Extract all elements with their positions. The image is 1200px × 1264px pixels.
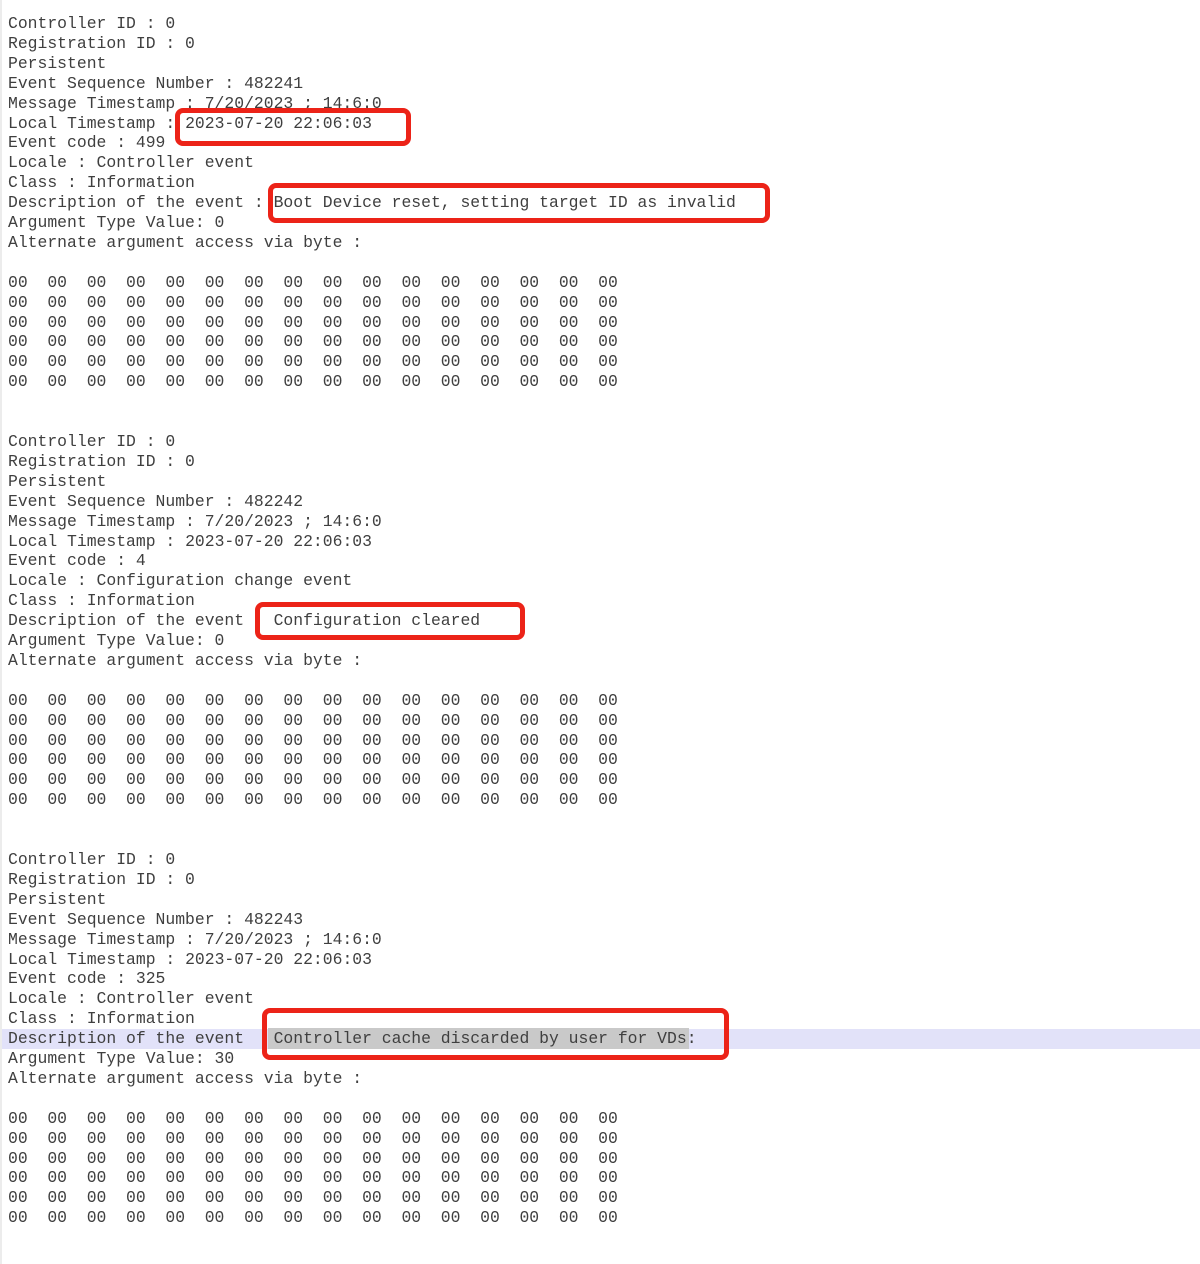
alternate-argument-line: Alternate argument access via byte : bbox=[8, 651, 1200, 671]
event-block: Controller ID : 0 Registration ID : 0 Pe… bbox=[8, 850, 1200, 1228]
controller-id-line: Controller ID : 0 bbox=[8, 850, 1200, 870]
description-annotation-box: Boot Device reset, setting target ID as … bbox=[274, 193, 736, 212]
event-sequence-line: Event Sequence Number : 482242 bbox=[8, 492, 1200, 512]
event-block: Controller ID : 0 Registration ID : 0 Pe… bbox=[8, 432, 1200, 850]
description-annotation-box: Configuration cleared bbox=[274, 611, 481, 630]
selected-text: Controller cache discarded by user for V… bbox=[268, 1028, 689, 1049]
alternate-argument-line: Alternate argument access via byte : bbox=[8, 233, 1200, 253]
event-code-line: Event code : 325 bbox=[8, 969, 1200, 989]
event-sequence-line: Event Sequence Number : 482241 bbox=[8, 74, 1200, 94]
event-log-output: Controller ID : 0 Registration ID : 0 Pe… bbox=[8, 14, 1200, 1228]
description-line-highlighted: Description of the event Controller cach… bbox=[0, 1029, 1200, 1049]
hex-row: 00 00 00 00 00 00 00 00 00 00 00 00 00 0… bbox=[8, 1109, 1200, 1129]
hex-row: 00 00 00 00 00 00 00 00 00 00 00 00 00 0… bbox=[8, 313, 1200, 333]
hex-row: 00 00 00 00 00 00 00 00 00 00 00 00 00 0… bbox=[8, 1168, 1200, 1188]
locale-line: Locale : Controller event bbox=[8, 989, 1200, 1009]
description-label: Description of the event bbox=[8, 1029, 274, 1048]
argument-type-line: Argument Type Value: 30 bbox=[8, 1049, 1200, 1069]
message-timestamp-line: Message Timestamp : 7/20/2023 ; 14:6:0 bbox=[8, 512, 1200, 532]
hex-row: 00 00 00 00 00 00 00 00 00 00 00 00 00 0… bbox=[8, 750, 1200, 770]
blank-line bbox=[8, 810, 1200, 830]
blank-line bbox=[8, 830, 1200, 850]
description-line: Description of the event : Boot Device r… bbox=[8, 193, 1200, 213]
local-timestamp-label: Local Timestamp : bbox=[8, 950, 185, 969]
blank-line bbox=[8, 253, 1200, 273]
persistent-line: Persistent bbox=[8, 54, 1200, 74]
event-sequence-line: Event Sequence Number : 482243 bbox=[8, 910, 1200, 930]
hex-row: 00 00 00 00 00 00 00 00 00 00 00 00 00 0… bbox=[8, 293, 1200, 313]
registration-id-line: Registration ID : 0 bbox=[8, 452, 1200, 472]
message-timestamp-line: Message Timestamp : 7/20/2023 ; 14:6:0 bbox=[8, 94, 1200, 114]
hex-row: 00 00 00 00 00 00 00 00 00 00 00 00 00 0… bbox=[8, 1188, 1200, 1208]
hex-row: 00 00 00 00 00 00 00 00 00 00 00 00 00 0… bbox=[8, 1208, 1200, 1228]
hex-row: 00 00 00 00 00 00 00 00 00 00 00 00 00 0… bbox=[8, 711, 1200, 731]
event-code-line: Event code : 499 bbox=[8, 133, 1200, 153]
hex-row: 00 00 00 00 00 00 00 00 00 00 00 00 00 0… bbox=[8, 1149, 1200, 1169]
controller-id-line: Controller ID : 0 bbox=[8, 432, 1200, 452]
blank-line bbox=[8, 1089, 1200, 1109]
local-timestamp-line: Local Timestamp : 2023-07-20 22:06:03 bbox=[8, 114, 1200, 134]
hex-row: 00 00 00 00 00 00 00 00 00 00 00 00 00 0… bbox=[8, 790, 1200, 810]
blank-line bbox=[8, 392, 1200, 412]
local-timestamp-annotation-box: 2023-07-20 22:06:03 bbox=[185, 114, 372, 133]
hex-row: 00 00 00 00 00 00 00 00 00 00 00 00 00 0… bbox=[8, 352, 1200, 372]
local-timestamp-value: 2023-07-20 22:06:03 bbox=[185, 532, 372, 551]
message-timestamp-line: Message Timestamp : 7/20/2023 ; 14:6:0 bbox=[8, 930, 1200, 950]
description-line: Description of the event Configuration c… bbox=[8, 611, 1200, 631]
local-timestamp-line: Local Timestamp : 2023-07-20 22:06:03 bbox=[8, 950, 1200, 970]
local-timestamp-label: Local Timestamp : bbox=[8, 114, 185, 133]
class-line: Class : Information bbox=[8, 173, 1200, 193]
hex-row: 00 00 00 00 00 00 00 00 00 00 00 00 00 0… bbox=[8, 372, 1200, 392]
description-suffix: : bbox=[687, 1029, 697, 1048]
hex-row: 00 00 00 00 00 00 00 00 00 00 00 00 00 0… bbox=[8, 273, 1200, 293]
locale-line: Locale : Controller event bbox=[8, 153, 1200, 173]
alternate-argument-line: Alternate argument access via byte : bbox=[8, 1069, 1200, 1089]
hex-row: 00 00 00 00 00 00 00 00 00 00 00 00 00 0… bbox=[8, 1129, 1200, 1149]
hex-row: 00 00 00 00 00 00 00 00 00 00 00 00 00 0… bbox=[8, 731, 1200, 751]
event-block: Controller ID : 0 Registration ID : 0 Pe… bbox=[8, 14, 1200, 432]
class-line: Class : Information bbox=[8, 591, 1200, 611]
event-code-line: Event code : 4 bbox=[8, 551, 1200, 571]
argument-type-line: Argument Type Value: 0 bbox=[8, 213, 1200, 233]
description-annotation-box: Controller cache discarded by user for V… bbox=[274, 1029, 697, 1048]
local-timestamp-label: Local Timestamp : bbox=[8, 532, 185, 551]
local-timestamp-value: 2023-07-20 22:06:03 bbox=[185, 950, 372, 969]
description-label: Description of the event : bbox=[8, 193, 274, 212]
blank-line bbox=[8, 412, 1200, 432]
persistent-line: Persistent bbox=[8, 890, 1200, 910]
hex-row: 00 00 00 00 00 00 00 00 00 00 00 00 00 0… bbox=[8, 691, 1200, 711]
left-edge-strip bbox=[0, 0, 2, 1264]
argument-type-line: Argument Type Value: 0 bbox=[8, 631, 1200, 651]
controller-id-line: Controller ID : 0 bbox=[8, 14, 1200, 34]
local-timestamp-line: Local Timestamp : 2023-07-20 22:06:03 bbox=[8, 532, 1200, 552]
persistent-line: Persistent bbox=[8, 472, 1200, 492]
blank-line bbox=[8, 671, 1200, 691]
registration-id-line: Registration ID : 0 bbox=[8, 870, 1200, 890]
hex-row: 00 00 00 00 00 00 00 00 00 00 00 00 00 0… bbox=[8, 332, 1200, 352]
hex-row: 00 00 00 00 00 00 00 00 00 00 00 00 00 0… bbox=[8, 770, 1200, 790]
registration-id-line: Registration ID : 0 bbox=[8, 34, 1200, 54]
description-label: Description of the event bbox=[8, 611, 274, 630]
locale-line: Locale : Configuration change event bbox=[8, 571, 1200, 591]
class-line: Class : Information bbox=[8, 1009, 1200, 1029]
